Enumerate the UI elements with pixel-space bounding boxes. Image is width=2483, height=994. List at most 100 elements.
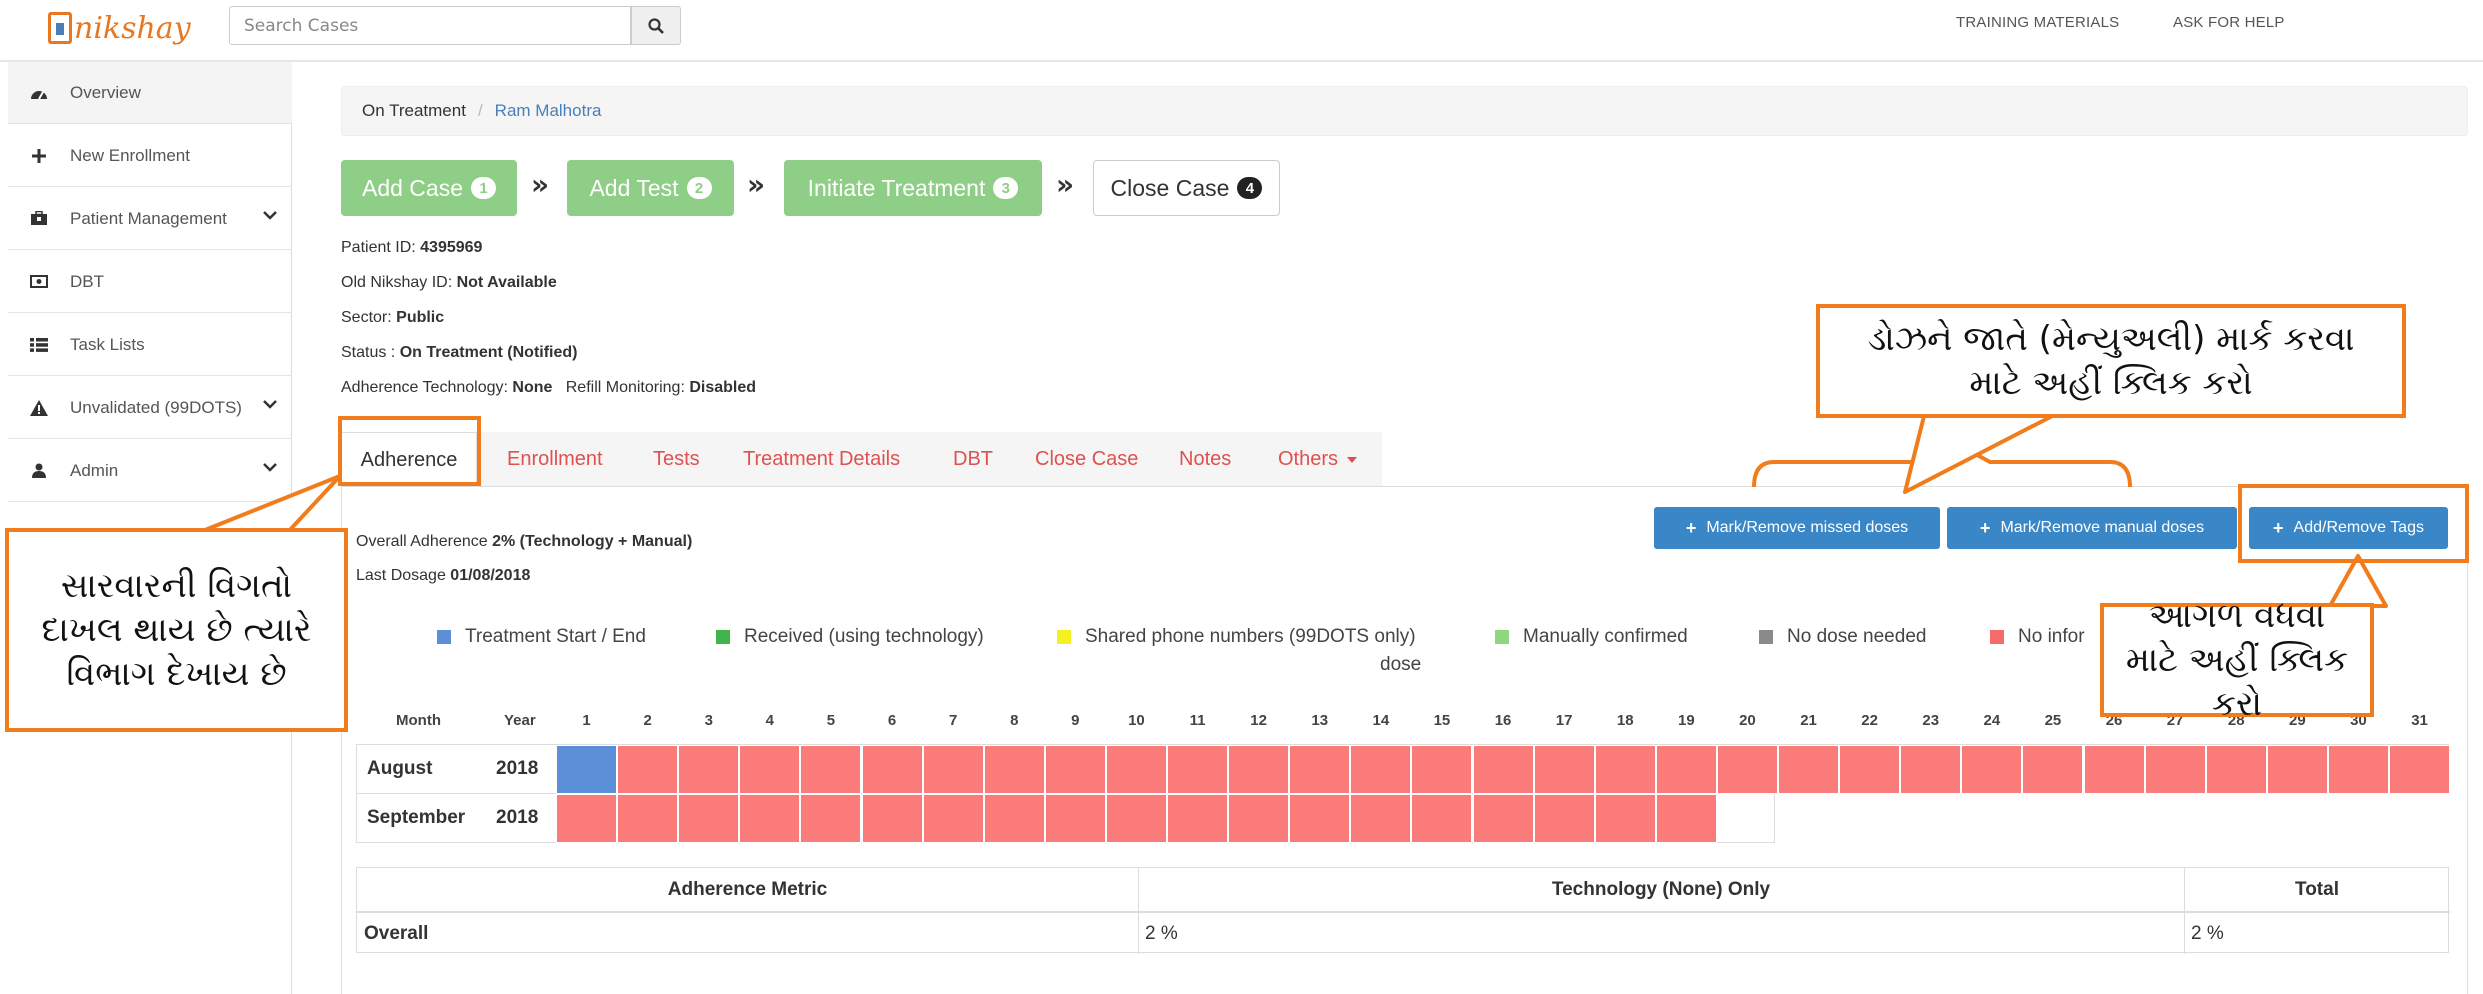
tab-close-case[interactable]: Close Case [1035,432,1138,487]
sidebar-item-patient-management[interactable]: Patient Management [8,188,292,250]
calendar-day-cell[interactable] [617,794,679,843]
calendar-day-cell[interactable] [1289,794,1351,843]
calendar-day-cell[interactable] [739,794,801,843]
training-materials-link[interactable]: TRAINING MATERIALS [1956,14,2119,31]
tab-dbt[interactable]: DBT [953,432,993,487]
tab-tests[interactable]: Tests [653,432,700,487]
calendar-day-cell[interactable] [2083,745,2145,794]
calendar-day-cell[interactable] [1411,794,1473,843]
calendar-day-cell[interactable] [1839,745,1901,794]
step-initiate-treatment[interactable]: Initiate Treatment 3 [784,160,1042,216]
calendar-day-cell[interactable] [1411,745,1473,794]
calendar-day-cell[interactable] [1533,794,1595,843]
calendar-day-cell[interactable] [1350,794,1412,843]
status-line: Status : On Treatment (Notified) [341,344,578,361]
calendar-day-cell[interactable] [2327,745,2389,794]
adherence-technology-value: None [512,379,553,396]
step-label: Add Test [589,174,679,201]
calendar-day-cell[interactable] [678,794,740,843]
sector-value: Public [396,309,445,326]
calendar-day-cell[interactable] [800,794,862,843]
search-input[interactable] [229,6,631,45]
calendar-day-cell[interactable] [739,745,801,794]
calendar-day-cell[interactable] [1900,745,1962,794]
calendar-day-cell[interactable] [861,745,923,794]
calendar-day-cell[interactable] [2266,745,2328,794]
metric-header-total: Total [2184,868,2450,913]
calendar-day-header: 18 [1616,712,1634,729]
calendar-day-cell[interactable] [1105,794,1167,843]
search-button[interactable] [631,6,681,45]
calendar-day-cell[interactable] [2022,745,2084,794]
legend-received-technology: Received (using technology) [716,626,984,648]
step-add-test[interactable]: Add Test 2 [567,160,734,216]
mark-remove-missed-doses-button[interactable]: + Mark/Remove missed doses [1654,507,1940,549]
tab-note-callout: સારવારની વિગતો દાખલ થાય છે ત્યારે વિભાગ … [5,528,348,732]
step-add-case[interactable]: Add Case 1 [341,160,517,216]
calendar-year-august: 2018 [496,758,539,779]
sidebar-item-dbt[interactable]: DBT [8,251,292,313]
calendar-day-cell[interactable] [800,745,862,794]
calendar-day-cell[interactable] [1472,794,1534,843]
calendar-day-cell[interactable] [1044,745,1106,794]
legend-shared-phone: Shared phone numbers (99DOTS only) [1057,626,1416,648]
calendar-day-cell[interactable] [2144,745,2206,794]
patient-id-value: 4395969 [420,239,483,256]
calendar-day-cell[interactable] [861,794,923,843]
calendar-day-cell[interactable] [1594,794,1656,843]
sidebar-item-admin[interactable]: Admin [8,440,292,502]
breadcrumb-parent[interactable]: On Treatment [362,101,466,121]
mark-remove-manual-doses-button[interactable]: + Mark/Remove manual doses [1947,507,2237,549]
calendar-day-cell[interactable] [1228,745,1290,794]
calendar-day-cell[interactable] [1716,745,1778,794]
breadcrumb-current[interactable]: Ram Malhotra [495,101,602,121]
breadcrumb: On Treatment / Ram Malhotra [341,86,2468,136]
tab-enrollment[interactable]: Enrollment [507,432,603,487]
top-bar: nikshay TRAINING MATERIALS ASK FOR HELP [0,0,2483,62]
step-close-case[interactable]: Close Case 4 [1093,160,1280,216]
calendar-day-cell[interactable] [1594,745,1656,794]
calendar-day-cell[interactable] [1167,794,1229,843]
calendar-day-cell[interactable] [678,745,740,794]
sidebar-item-new-enrollment[interactable]: New Enrollment [8,125,292,187]
calendar-day-cell[interactable] [1655,745,1717,794]
calendar-day-cell[interactable] [1778,745,1840,794]
calendar-day-header: 3 [704,712,713,729]
calendar-day-cell[interactable] [1655,794,1717,843]
legend-swatch [1057,630,1071,644]
logo-icon [48,12,72,44]
ask-for-help-link[interactable]: ASK FOR HELP [2173,14,2285,31]
calendar-day-cell[interactable] [983,745,1045,794]
calendar-day-cell[interactable] [983,794,1045,843]
legend-swatch [1990,630,2004,644]
tab-notes[interactable]: Notes [1179,432,1231,487]
calendar-day-cell[interactable] [2389,745,2451,794]
sidebar-item-unvalidated[interactable]: Unvalidated (99DOTS) [8,377,292,439]
calendar-day-cell[interactable] [2205,745,2267,794]
calendar-day-cell[interactable] [1961,745,2023,794]
calendar-day-cell[interactable] [1350,745,1412,794]
tab-others[interactable]: Others [1278,432,1358,487]
sidebar-item-task-lists[interactable]: Task Lists [8,314,292,376]
calendar-day-cell[interactable] [556,794,618,843]
calendar-day-cell[interactable] [1044,794,1106,843]
nikshay-logo[interactable]: nikshay [48,8,191,48]
calendar-day-cell[interactable] [1105,745,1167,794]
step-number-badge: 3 [993,177,1019,199]
calendar-day-cell[interactable] [1533,745,1595,794]
adherence-tab-highlight [338,416,481,486]
sidebar-item-overview[interactable]: Overview [8,62,292,124]
calendar-day-cell[interactable] [1167,745,1229,794]
calendar-day-cell[interactable] [617,745,679,794]
legend-no-information: No infor [1990,626,2085,648]
calendar-day-cell[interactable] [922,745,984,794]
plus-icon [26,148,52,163]
calendar-day-cell[interactable] [1472,745,1534,794]
calendar-day-header: 20 [1739,712,1756,729]
calendar-day-cell[interactable] [1289,745,1351,794]
tab-treatment-details[interactable]: Treatment Details [743,432,900,487]
table-divider [2184,868,2185,954]
calendar-day-cell[interactable] [922,794,984,843]
calendar-day-cell[interactable] [1228,794,1290,843]
calendar-day-cell[interactable] [556,745,618,794]
